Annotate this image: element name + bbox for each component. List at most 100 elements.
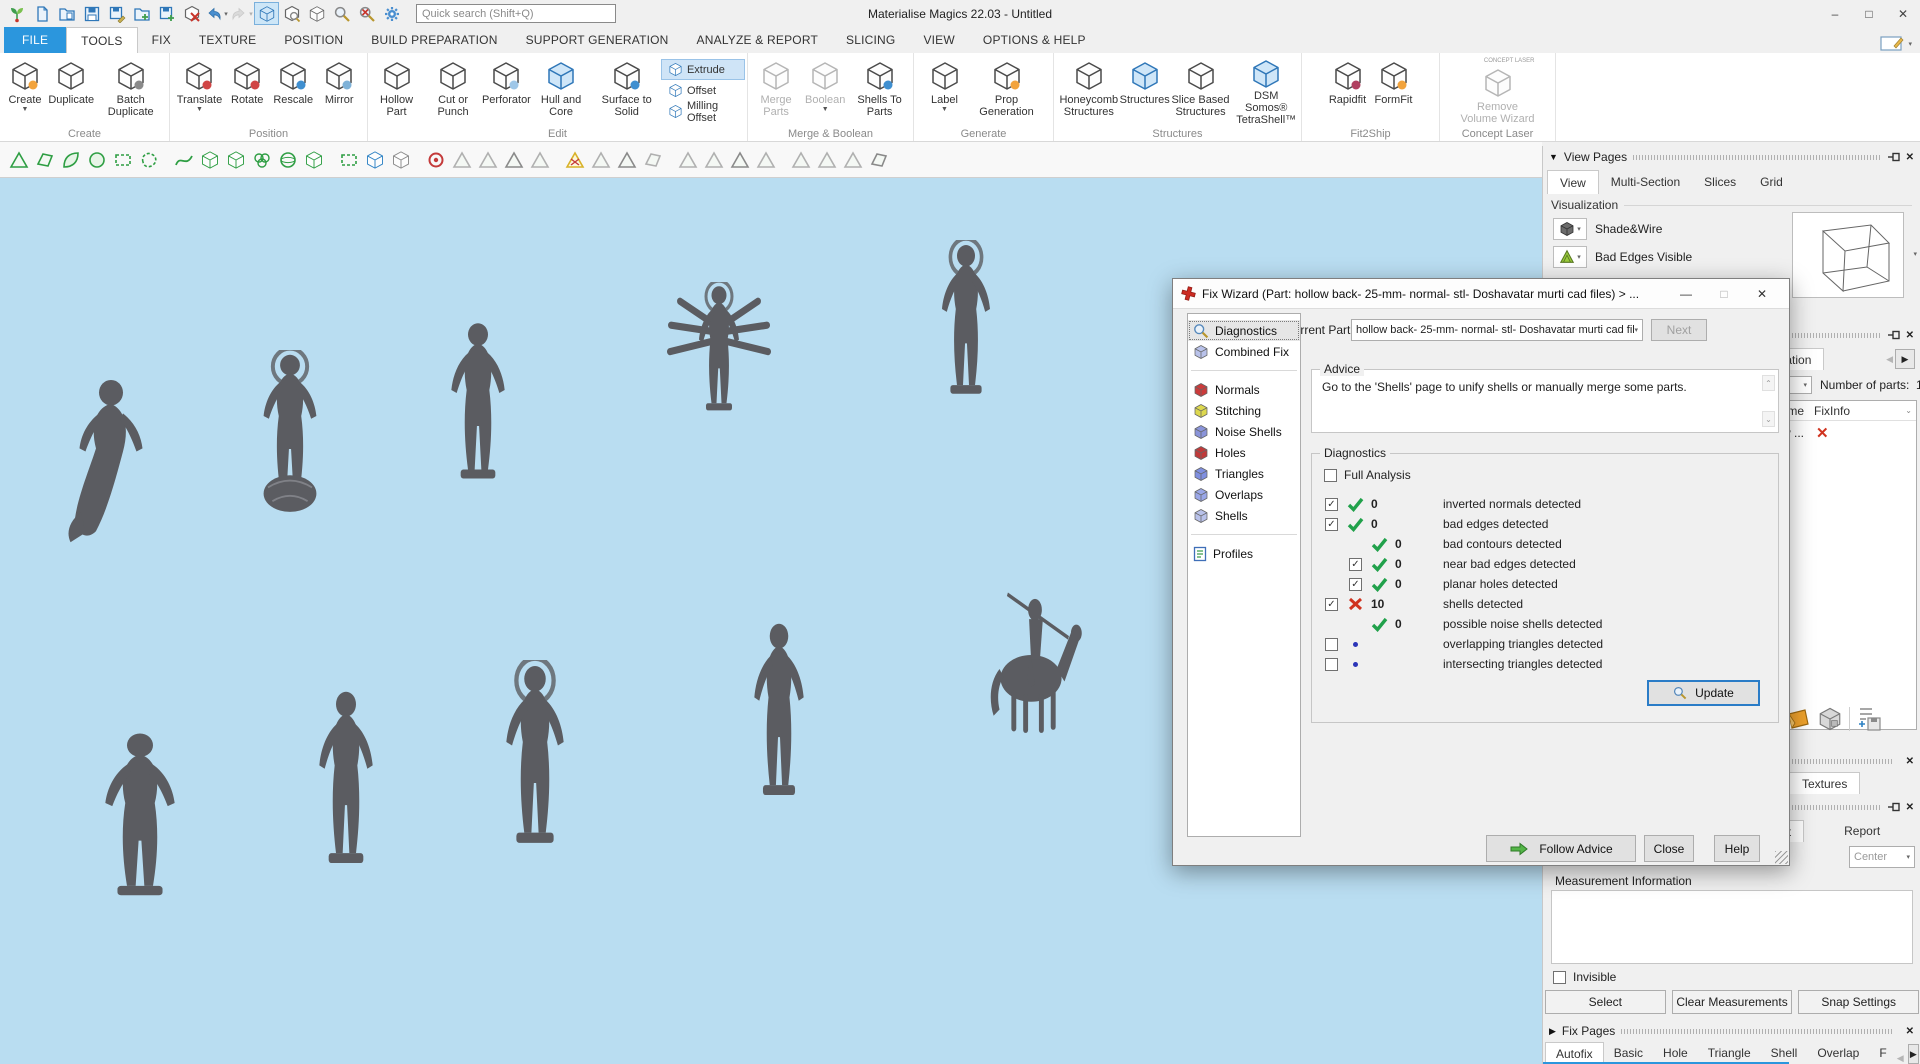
fw-page-stitching[interactable]: Stitching <box>1188 400 1300 421</box>
pin-icon[interactable] <box>1888 152 1900 162</box>
tab-report[interactable]: Report <box>1832 820 1892 842</box>
import-part-icon[interactable] <box>129 2 154 25</box>
remove-part-icon[interactable] <box>179 2 204 25</box>
shade-mode-dropdown[interactable]: ▾ <box>1553 218 1587 240</box>
hull-and-core-button[interactable]: Hull and Core <box>530 55 593 125</box>
search-input[interactable] <box>416 4 616 23</box>
tab-slicing[interactable]: SLICING <box>832 27 909 53</box>
zoom-icon[interactable] <box>329 2 354 25</box>
close-dialog-button[interactable]: Close <box>1644 835 1694 862</box>
open-file-icon[interactable] <box>54 2 79 25</box>
tab-file[interactable]: FILE <box>4 27 66 53</box>
free-form-selection-icon[interactable] <box>137 146 161 174</box>
mark-region-icon[interactable] <box>85 146 109 174</box>
triangle-view-2-icon[interactable] <box>476 146 500 174</box>
shell-view-1-icon[interactable] <box>815 146 839 174</box>
show-part-icon[interactable] <box>304 2 329 25</box>
merge-parts-button[interactable]: Merge Parts <box>750 55 802 125</box>
invert-marking-icon[interactable] <box>563 146 587 174</box>
structures-button[interactable]: Structures <box>1122 55 1168 125</box>
cut-or-punch-button[interactable]: Cut or Punch <box>423 55 483 125</box>
fw-page-holes[interactable]: Holes <box>1188 442 1300 463</box>
tab-scroll-right-icon[interactable]: ▶ <box>1895 349 1915 369</box>
fw-page-normals[interactable]: Normals <box>1188 379 1300 400</box>
follow-advice-button[interactable]: Follow Advice <box>1486 835 1636 862</box>
model-rama[interactable] <box>306 686 386 868</box>
dialog-maximize-button[interactable]: □ <box>1705 282 1743 306</box>
preview-dropdown-icon[interactable]: ▾ <box>1913 250 1917 258</box>
model-vamana[interactable] <box>930 240 1002 398</box>
tab-position[interactable]: POSITION <box>270 27 357 53</box>
diagnostic-checkbox-7[interactable] <box>1325 638 1338 651</box>
tab-analyze-report[interactable]: ANALYZE & REPORT <box>683 27 832 53</box>
surface-view-3-icon[interactable] <box>754 146 778 174</box>
update-button[interactable]: Update <box>1647 680 1760 706</box>
hollow-part-button[interactable]: Hollow Part <box>370 55 423 125</box>
model-parashurama[interactable] <box>742 618 816 800</box>
surface-to-solid-button[interactable]: Surface to Solid <box>592 55 661 125</box>
rotate-button[interactable]: Rotate <box>224 55 270 125</box>
diagnostic-checkbox-1[interactable]: ✓ <box>1325 518 1338 531</box>
help-button[interactable]: Help <box>1714 835 1760 862</box>
label-button[interactable]: Label▼ <box>922 55 968 125</box>
model-narasimha[interactable] <box>658 282 780 414</box>
zoom-to-part-icon[interactable] <box>254 2 279 25</box>
surface-view-2-icon[interactable] <box>728 146 752 174</box>
close-panel-icon[interactable]: ✕ <box>1906 330 1914 341</box>
undo-icon[interactable]: ▾ <box>204 2 229 25</box>
plane-view-1-icon[interactable] <box>589 146 613 174</box>
fill-marked-icon[interactable] <box>867 146 891 174</box>
new-document-icon[interactable] <box>29 2 54 25</box>
button-select[interactable]: Select <box>1545 990 1666 1014</box>
clear-marking-icon[interactable] <box>424 146 448 174</box>
tab-autofix[interactable]: Autofix <box>1545 1042 1604 1064</box>
fix-tabs-scroll-left-icon[interactable]: ◀ <box>1897 1050 1904 1064</box>
tab-triangle[interactable]: Triangle <box>1698 1042 1761 1064</box>
tab-build-preparation[interactable]: BUILD PREPARATION <box>357 27 511 53</box>
fix-pages-header[interactable]: ▶ Fix Pages ✕ <box>1543 1022 1920 1040</box>
triangle-view-1-icon[interactable] <box>450 146 474 174</box>
mark-flower-icon[interactable] <box>250 146 274 174</box>
model-varaha[interactable] <box>438 318 518 483</box>
fix-tabs-scroll-right-icon[interactable]: ▶ <box>1908 1044 1919 1064</box>
orientation-cube-preview[interactable] <box>1792 212 1904 298</box>
full-analysis-checkbox[interactable] <box>1324 469 1337 482</box>
close-panel-icon[interactable]: ✕ <box>1906 802 1914 813</box>
new-project-icon[interactable] <box>4 2 29 25</box>
formfit-button[interactable]: FormFit <box>1371 55 1417 125</box>
textured-cube-icon[interactable] <box>1817 706 1843 732</box>
close-panel-icon[interactable]: ✕ <box>1906 756 1914 767</box>
tab-scroll-left-icon[interactable]: ◀ <box>1886 354 1893 365</box>
model-hanuman[interactable] <box>88 728 192 900</box>
tab-basic[interactable]: Basic <box>1604 1042 1653 1064</box>
perforator-button[interactable]: Perforator <box>483 55 530 125</box>
rescale-button[interactable]: Rescale <box>270 55 316 125</box>
next-button[interactable]: Next <box>1651 319 1707 341</box>
close-panel-icon[interactable]: ✕ <box>1906 1026 1914 1037</box>
view-part-icon[interactable] <box>279 2 304 25</box>
select-cube-gray-icon[interactable] <box>389 146 413 174</box>
edges-mode-dropdown[interactable]: ▾ <box>1553 246 1587 268</box>
collapse-icon[interactable]: ▼ <box>1549 152 1558 162</box>
shell-view-2-icon[interactable] <box>841 146 865 174</box>
plane-view-3-icon[interactable] <box>641 146 665 174</box>
surface-view-1-icon[interactable] <box>702 146 726 174</box>
model-kurma[interactable] <box>246 350 334 518</box>
honeycomb-structures-button[interactable]: Honeycomb Structures <box>1056 55 1122 125</box>
dialog-close-button[interactable]: ✕ <box>1743 282 1781 306</box>
save-texture-list-icon[interactable] <box>1856 706 1882 732</box>
diagnostic-checkbox-4[interactable]: ✓ <box>1349 578 1362 591</box>
redo-icon[interactable]: ▾ <box>229 2 254 25</box>
button-clear-measurements[interactable]: Clear Measurements <box>1672 990 1793 1014</box>
button-snap-settings[interactable]: Snap Settings <box>1798 990 1919 1014</box>
tab-multi-section[interactable]: Multi-Section <box>1599 170 1692 194</box>
invisible-checkbox[interactable] <box>1553 971 1566 984</box>
tab-f[interactable]: F <box>1869 1042 1896 1064</box>
rapidfit-button[interactable]: Rapidfit <box>1325 55 1371 125</box>
fw-page-triangles[interactable]: Triangles <box>1188 463 1300 484</box>
triangle-view-4-icon[interactable] <box>528 146 552 174</box>
screen-annotate-icon[interactable]: ▾ <box>1880 35 1912 53</box>
offset-button[interactable]: Offset <box>661 80 745 101</box>
tab-overlap[interactable]: Overlap <box>1807 1042 1869 1064</box>
model-kalki[interactable] <box>970 588 1098 736</box>
